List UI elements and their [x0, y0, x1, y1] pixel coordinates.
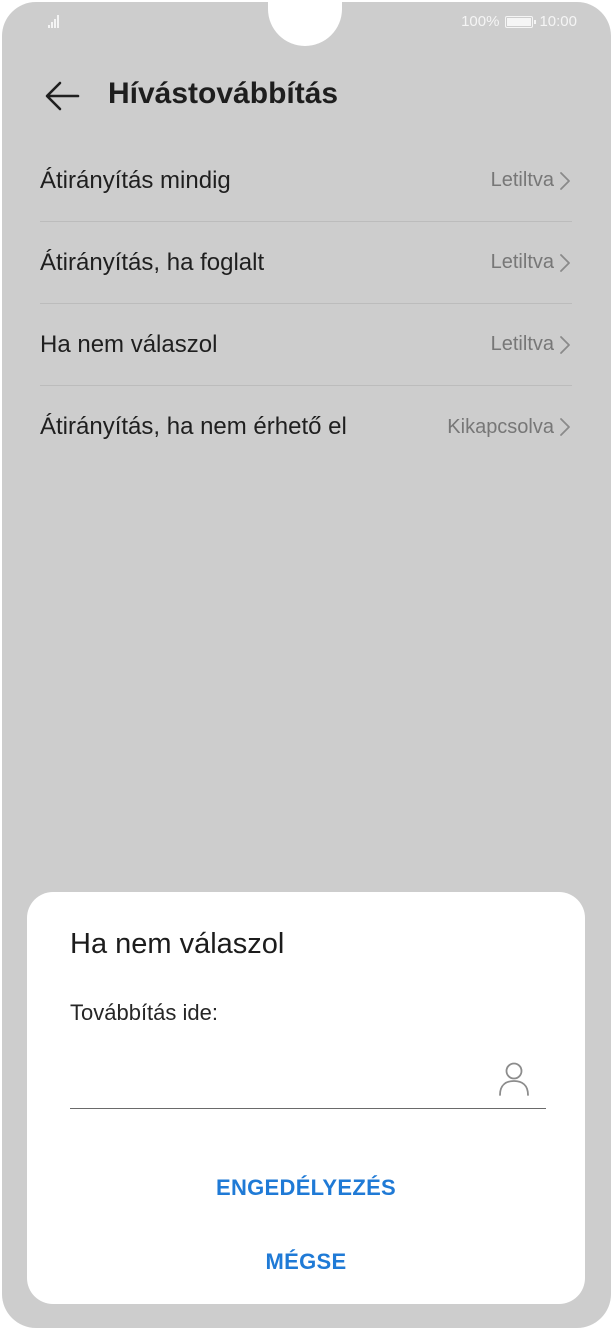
- forwarding-options-list: Átirányítás mindig Letiltva Átirányítás,…: [40, 140, 572, 468]
- page-title: Hívástovábbítás: [108, 77, 339, 110]
- forward-number-input[interactable]: [70, 1052, 500, 1102]
- battery-percent: 100%: [461, 13, 500, 30]
- signal-icon: [48, 14, 59, 28]
- list-item-value: Letiltva: [490, 169, 554, 191]
- forward-to-label: Továbbítás ide:: [70, 1000, 218, 1025]
- list-item-busy[interactable]: Átirányítás, ha foglalt Letiltva: [40, 222, 572, 304]
- cancel-button[interactable]: MÉGSE: [27, 1246, 585, 1278]
- list-item-always[interactable]: Átirányítás mindig Letiltva: [40, 140, 572, 222]
- enable-button[interactable]: ENGEDÉLYEZÉS: [27, 1172, 585, 1204]
- list-item-unreachable[interactable]: Átirányítás, ha nem érhető el Kikapcsolv…: [40, 386, 572, 468]
- list-item-value: Letiltva: [490, 333, 554, 355]
- chevron-right-icon: [560, 335, 570, 354]
- forward-number-dialog: Ha nem válaszol Továbbítás ide: ENGEDÉLY…: [27, 892, 585, 1304]
- list-item-no-answer[interactable]: Ha nem válaszol Letiltva: [40, 304, 572, 386]
- dialog-title: Ha nem válaszol: [70, 928, 285, 960]
- status-time: 10:00: [539, 13, 577, 30]
- list-item-label: Ha nem válaszol: [40, 330, 218, 358]
- list-item-label: Átirányítás, ha nem érhető el: [40, 413, 347, 440]
- chevron-right-icon: [560, 253, 570, 272]
- phone-screen: 100% 10:00 Hívástovábbítás Átirányítás m…: [2, 2, 611, 1328]
- camera-notch: [268, 2, 342, 46]
- chevron-right-icon: [560, 418, 570, 436]
- input-underline: [70, 1108, 546, 1109]
- list-item-label: Átirányítás mindig: [40, 166, 231, 194]
- list-item-value: Kikapcsolva: [447, 415, 554, 438]
- status-bar-right: 100% 10:00: [461, 13, 577, 30]
- list-item-label: Átirányítás, ha foglalt: [40, 248, 265, 276]
- chevron-right-icon: [560, 171, 570, 190]
- battery-icon: [505, 15, 537, 28]
- arrow-left-icon[interactable]: [42, 76, 82, 116]
- contact-person-icon[interactable]: [497, 1060, 531, 1098]
- list-item-value: Letiltva: [490, 251, 554, 273]
